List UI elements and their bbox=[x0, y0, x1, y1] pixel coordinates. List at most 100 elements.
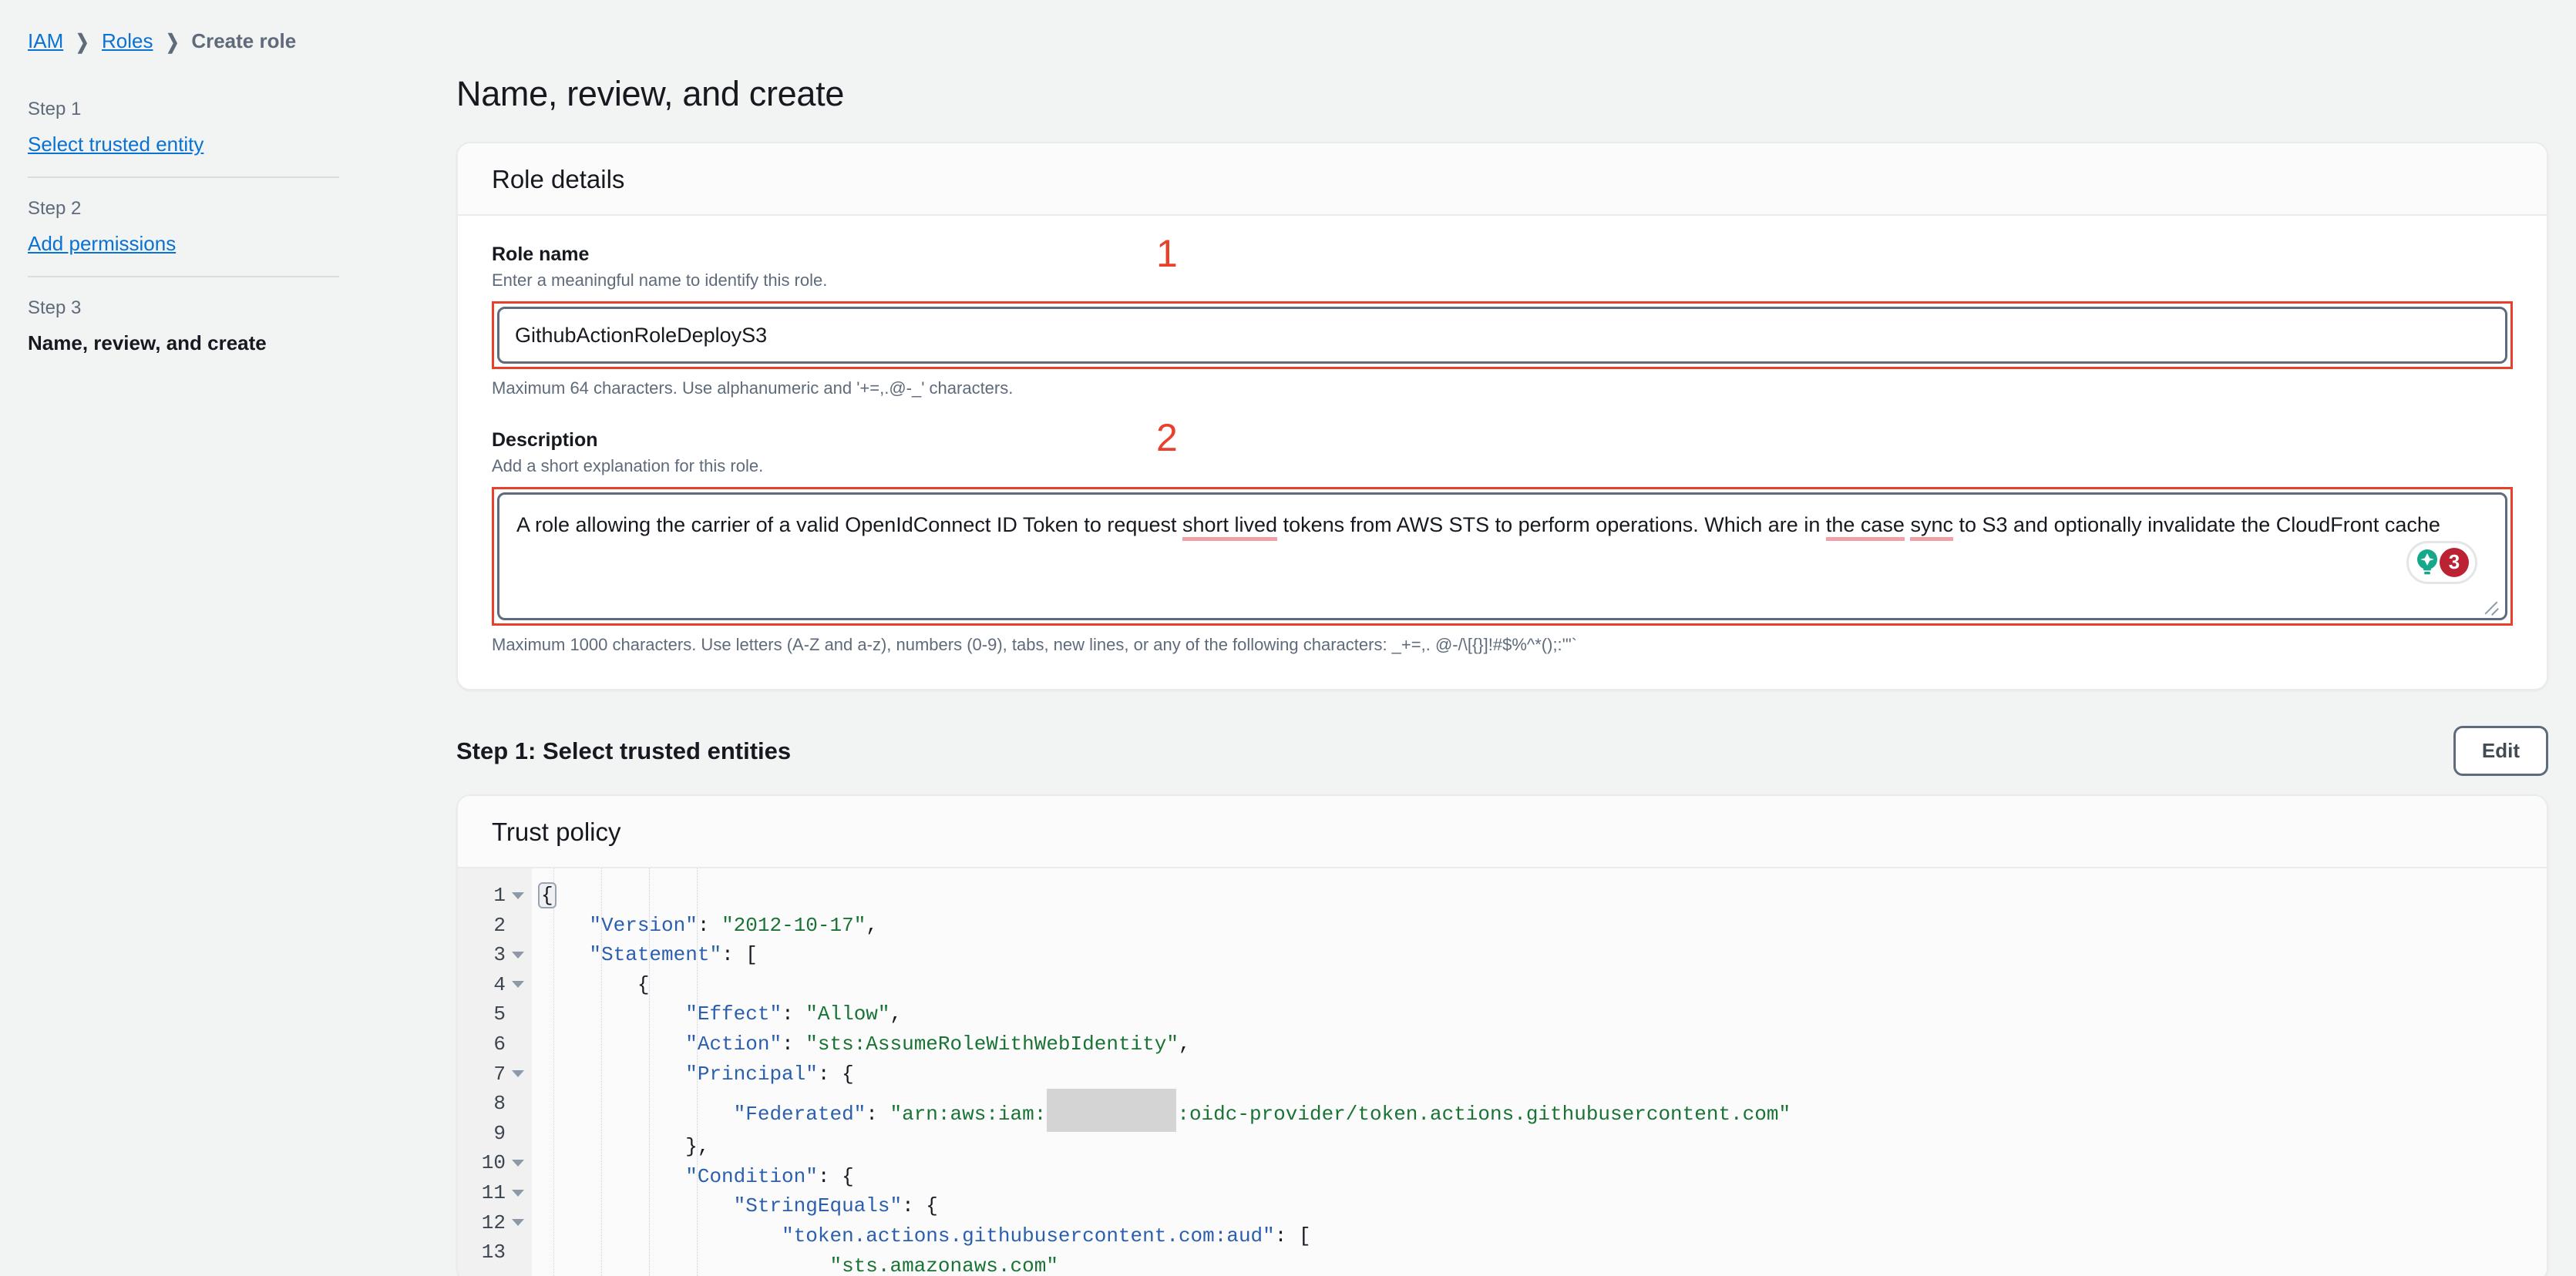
code-token: : bbox=[782, 1032, 806, 1056]
role-name-highlight-box bbox=[492, 301, 2513, 369]
code-fold-triangle-icon[interactable] bbox=[512, 892, 524, 899]
role-details-card-header: Role details bbox=[458, 143, 2547, 216]
code-line-number: 5 bbox=[493, 1002, 506, 1026]
code-token: "Principal" bbox=[685, 1062, 818, 1086]
code-token: : { bbox=[902, 1194, 938, 1218]
code-token: "Condition" bbox=[685, 1164, 818, 1188]
code-line: }, bbox=[541, 1132, 2547, 1162]
code-line: "Action": "sts:AssumeRoleWithWebIdentity… bbox=[541, 1029, 2547, 1059]
sidebar-item-add-permissions[interactable]: Add permissions bbox=[28, 232, 339, 256]
step1-section-header: Step 1: Select trusted entities Edit bbox=[456, 726, 2548, 776]
description-spellcheck-the-case: the case bbox=[1825, 513, 1905, 541]
step-3-label: Step 3 bbox=[28, 297, 82, 318]
role-details-card: Role details Role name Enter a meaningfu… bbox=[456, 142, 2548, 690]
code-fold-triangle-icon[interactable] bbox=[512, 1219, 524, 1227]
code-token: "Statement" bbox=[589, 943, 722, 967]
annotation-marker-2: 2 bbox=[1156, 416, 1178, 459]
code-fold-triangle-icon[interactable] bbox=[512, 981, 524, 989]
chevron-right-icon: ❯ bbox=[165, 29, 180, 53]
breadcrumb-item-roles[interactable]: Roles bbox=[102, 29, 153, 53]
code-token: :oidc-provider/token.actions.githubuserc… bbox=[1177, 1103, 1791, 1127]
code-token: { bbox=[541, 972, 650, 996]
code-line: "Version": "2012-10-17", bbox=[541, 911, 2547, 941]
code-line: "Statement": [ bbox=[541, 940, 2547, 970]
code-token: : { bbox=[817, 1062, 854, 1086]
step1-section-title: Step 1: Select trusted entities bbox=[456, 737, 792, 764]
code-token: : bbox=[697, 913, 722, 937]
sidebar-item-select-trusted-entity[interactable]: Select trusted entity bbox=[28, 133, 339, 156]
code-fold-triangle-icon[interactable] bbox=[512, 1070, 524, 1078]
description-spellcheck-sync: sync bbox=[1910, 513, 1953, 541]
role-details-card-body: Role name Enter a meaningful name to ide… bbox=[458, 216, 2547, 689]
code-line: "Federated": "arn:aws:iam::oidc-provider… bbox=[541, 1089, 2547, 1133]
code-fold-triangle-icon[interactable] bbox=[512, 951, 524, 959]
code-line: "StringEquals": { bbox=[541, 1191, 2547, 1221]
code-token: "sts.amazonaws.com" bbox=[829, 1254, 1058, 1276]
sidebar-step-1: Step 1 Select trusted entity bbox=[28, 85, 339, 176]
code-token: "Federated" bbox=[733, 1103, 866, 1127]
annotation-marker-1: 1 bbox=[1156, 232, 1178, 275]
description-text-part-3: to S3 and optionally invalidate the Clou… bbox=[1952, 513, 2440, 536]
code-token: "2012-10-17" bbox=[721, 913, 866, 937]
edit-button[interactable]: Edit bbox=[2453, 726, 2548, 776]
code-token: , bbox=[866, 913, 878, 937]
code-line: "sts.amazonaws.com" bbox=[541, 1251, 2547, 1276]
code-line-number: 9 bbox=[493, 1121, 506, 1145]
sidebar-item-name-review-create: Name, review, and create bbox=[28, 331, 267, 354]
code-content[interactable]: { "Version": "2012-10-17", "Statement": … bbox=[532, 868, 2547, 1276]
code-line-number: 6 bbox=[493, 1032, 506, 1056]
code-line-number: 12 bbox=[458, 1208, 532, 1238]
grammarly-widget[interactable]: 3 bbox=[2406, 541, 2477, 584]
code-token: "token.actions.githubusercontent.com:aud… bbox=[782, 1224, 1275, 1247]
description-group: Description Add a short explanation for … bbox=[492, 418, 2513, 655]
breadcrumb-item-iam[interactable]: IAM bbox=[28, 29, 63, 53]
code-fold-triangle-icon[interactable] bbox=[512, 1189, 524, 1197]
page-title: Name, review, and create bbox=[456, 74, 845, 113]
description-text-part-1: A role allowing the carrier of a valid O… bbox=[516, 513, 1182, 536]
code-token: "StringEquals" bbox=[733, 1194, 903, 1218]
role-name-description: Enter a meaningful name to identify this… bbox=[492, 270, 828, 290]
sidebar-step-2: Step 2 Add permissions bbox=[28, 176, 339, 276]
code-token: : { bbox=[817, 1164, 854, 1188]
code-line: "Condition": { bbox=[541, 1162, 2547, 1192]
code-token: : bbox=[782, 1002, 806, 1026]
lightbulb-icon bbox=[2417, 549, 2437, 575]
description-highlight-box: A role allowing the carrier of a valid O… bbox=[492, 487, 2513, 626]
trust-policy-card-header: Trust policy bbox=[458, 796, 2547, 868]
code-fold-triangle-icon[interactable] bbox=[512, 1159, 524, 1167]
main-content: Name, review, and create Role details Ro… bbox=[456, 74, 2548, 1276]
breadcrumb: IAM ❯ Roles ❯ Create role bbox=[28, 29, 296, 53]
textarea-resize-handle[interactable] bbox=[2480, 595, 2500, 615]
code-token: : [ bbox=[1274, 1224, 1311, 1247]
code-line-number: 4 bbox=[458, 970, 532, 1000]
code-token: }, bbox=[541, 1135, 710, 1159]
code-line: { bbox=[541, 970, 2547, 1000]
role-name-label: Role name bbox=[492, 243, 590, 265]
breadcrumb-item-create-role: Create role bbox=[191, 29, 297, 52]
code-token: , bbox=[889, 1002, 903, 1026]
trust-policy-code-editor[interactable]: 1 2 3 4 5 6 7 8 9 10 11 12 13 { "Version": "2012-10-… bbox=[458, 868, 2547, 1276]
wizard-steps-sidebar: Step 1 Select trusted entity Step 2 Add … bbox=[28, 85, 339, 375]
description-textarea[interactable]: A role allowing the carrier of a valid O… bbox=[497, 492, 2507, 620]
code-token: "Action" bbox=[685, 1032, 782, 1056]
code-token: "arn:aws:iam: bbox=[889, 1103, 1047, 1127]
code-line: "token.actions.githubusercontent.com:aud… bbox=[541, 1221, 2547, 1251]
step-1-label: Step 1 bbox=[28, 99, 82, 119]
role-name-input[interactable] bbox=[497, 307, 2507, 364]
code-line-numbers: 1 2 3 4 5 6 7 8 9 10 11 12 13 bbox=[458, 868, 532, 1276]
chevron-right-icon: ❯ bbox=[76, 29, 89, 53]
code-token: : [ bbox=[721, 943, 758, 967]
code-line-number: 13 bbox=[481, 1241, 506, 1264]
description-spellcheck-short-lived: short lived bbox=[1182, 513, 1278, 541]
grammarly-issue-count-badge: 3 bbox=[2440, 548, 2469, 577]
code-line: { bbox=[538, 881, 2547, 911]
code-line-number: 10 bbox=[458, 1148, 532, 1178]
code-token: "Effect" bbox=[685, 1002, 782, 1026]
